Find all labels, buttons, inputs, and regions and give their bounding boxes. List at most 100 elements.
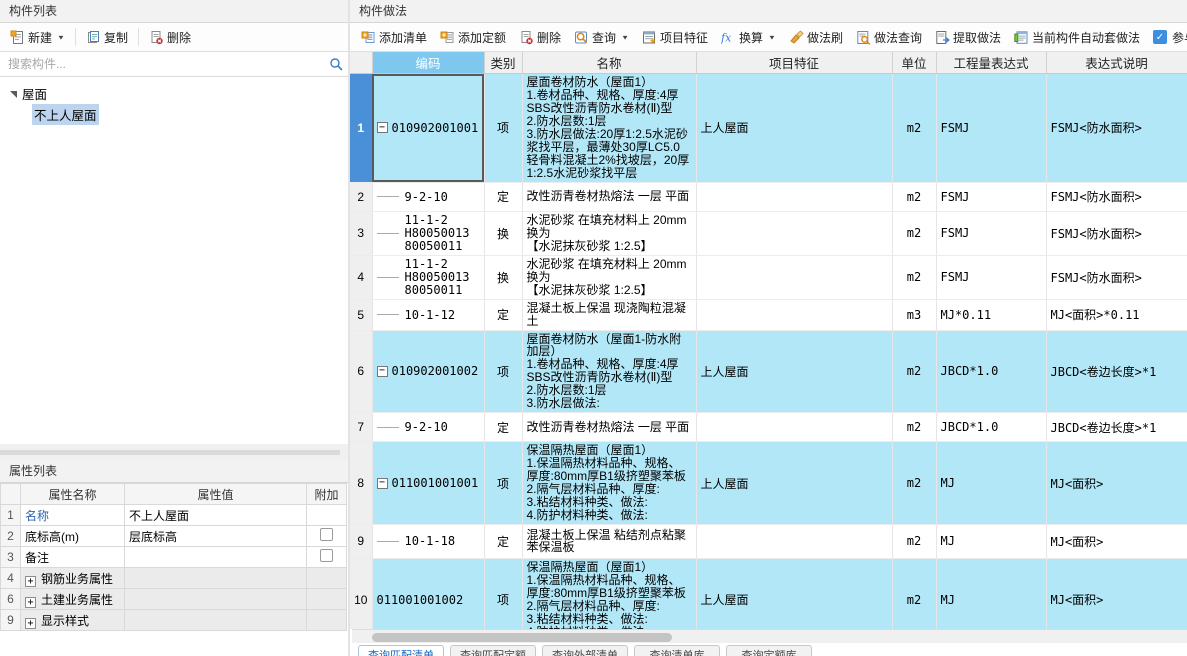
- chevron-down-icon[interactable]: ▼: [57, 33, 65, 40]
- cell-expr[interactable]: MJ: [936, 558, 1047, 629]
- grid-col-code[interactable]: 编码: [372, 52, 485, 74]
- tree-node-roof[interactable]: 屋面: [0, 83, 348, 104]
- table-row[interactable]: 9 + 显示样式: [0, 609, 347, 631]
- code-text: 11-1-2 H80050013 80050011: [404, 256, 470, 297]
- collapse-minus-icon[interactable]: −: [376, 122, 388, 134]
- method-query-button[interactable]: 做法查询: [850, 26, 928, 48]
- attach-checkbox[interactable]: [320, 528, 333, 541]
- chevron-down-icon[interactable]: ▼: [768, 33, 776, 40]
- cell-code[interactable]: 10-1-12: [372, 299, 485, 331]
- search-input[interactable]: [0, 52, 324, 76]
- expand-plus-icon[interactable]: +: [25, 575, 36, 587]
- add-list-label: 添加清单: [379, 30, 428, 45]
- component-tree[interactable]: 屋面 不上人屋面: [0, 77, 348, 445]
- table-row[interactable]: 1 名称 不上人屋面: [0, 504, 347, 526]
- scrollbar-thumb[interactable]: [372, 633, 672, 642]
- chevron-expanded-icon[interactable]: [6, 87, 20, 101]
- table-row[interactable]: 6 −010902001002 项 屋面卷材防水（屋面1-防水附加层） 1.卷材…: [350, 330, 1187, 414]
- cell-expr[interactable]: FSMJ: [936, 211, 1047, 256]
- cell-name: 屋面卷材防水（屋面1） 1.卷材品种、规格、厚度:4厚SBS改性沥青防水卷材(Ⅱ…: [522, 73, 697, 183]
- search-magnifier-icon: [574, 30, 589, 45]
- horizontal-scrollbar[interactable]: [352, 629, 1187, 643]
- table-row[interactable]: 3 备注: [0, 546, 347, 568]
- table-row[interactable]: 10 011001001002 项 保温隔热屋面（屋面1） 1.保温隔热材料品种…: [350, 558, 1187, 629]
- new-component-label: 新建: [28, 30, 53, 45]
- table-row[interactable]: 9 10-1-18 定 混凝土板上保温 粘结剂点粘聚苯保温板 m2 MJ MJ<…: [350, 524, 1187, 559]
- tab-query-quota-library[interactable]: 查询定额库: [726, 645, 812, 656]
- add-quota-button[interactable]: 添加定额: [434, 26, 512, 48]
- query-button[interactable]: 查询 ▼: [568, 26, 635, 48]
- extract-method-button[interactable]: 提取做法: [929, 26, 1007, 48]
- method-grid-container[interactable]: 编码 类别 名称 项目特征 单位 工程量表达式 表达式说明 1 −0109020…: [350, 52, 1187, 629]
- table-row[interactable]: 2 9-2-10 定 改性沥青卷材热熔法 一层 平面 m2 FSMJ FSMJ<…: [350, 182, 1187, 212]
- table-row[interactable]: 8 −011001001001 项 保温隔热屋面（屋面1） 1.保温隔热材料品种…: [350, 441, 1187, 525]
- checkbox-checked-icon[interactable]: ✓: [1153, 30, 1167, 44]
- cell-code[interactable]: 11-1-2 H80050013 80050011: [372, 255, 485, 300]
- attach-checkbox[interactable]: [320, 549, 333, 562]
- participate-auto-checkbox-item[interactable]: ✓ 参与自: [1147, 26, 1187, 48]
- cell-expr[interactable]: FSMJ: [936, 255, 1047, 300]
- panel-splitter[interactable]: [0, 444, 348, 460]
- cell-code[interactable]: −011001001001: [372, 441, 485, 525]
- project-feature-button[interactable]: 项目特征: [636, 26, 714, 48]
- cell-code[interactable]: 9-2-10: [372, 412, 485, 443]
- table-row[interactable]: 4 + 钢筋业务属性: [0, 567, 347, 589]
- conversion-button[interactable]: fx 换算 ▼: [715, 26, 782, 48]
- expand-plus-icon[interactable]: +: [25, 617, 36, 629]
- tab-query-matching-list[interactable]: 查询匹配清单: [358, 645, 444, 656]
- auto-apply-method-button[interactable]: 当前构件自动套做法: [1008, 26, 1146, 48]
- new-component-button[interactable]: 新建 ▼: [4, 26, 71, 48]
- cell-expr[interactable]: MJ*0.11: [936, 299, 1047, 331]
- cell-type: 项: [484, 558, 523, 629]
- grid-col-expr-desc[interactable]: 表达式说明: [1046, 52, 1187, 74]
- tree-node-non-accessible-roof[interactable]: 不上人屋面: [0, 104, 348, 125]
- table-row[interactable]: 3 11-1-2 H80050013 80050011 换 水泥砂浆 在填充材料…: [350, 211, 1187, 256]
- chevron-down-icon[interactable]: ▼: [621, 33, 629, 40]
- grid-col-feature[interactable]: 项目特征: [696, 52, 893, 74]
- delete-component-button[interactable]: 删除: [143, 26, 197, 48]
- delete-method-button[interactable]: 删除: [513, 26, 567, 48]
- cell-expr[interactable]: FSMJ: [936, 73, 1047, 183]
- cell-code[interactable]: 10-1-18: [372, 524, 485, 559]
- cell-code[interactable]: 9-2-10: [372, 182, 485, 212]
- grid-col-quantity-expr[interactable]: 工程量表达式: [936, 52, 1047, 74]
- table-row[interactable]: 7 9-2-10 定 改性沥青卷材热熔法 一层 平面 m2 JBCD*1.0 J…: [350, 412, 1187, 443]
- tab-query-matching-quota[interactable]: 查询匹配定额: [450, 645, 536, 656]
- table-row[interactable]: 5 10-1-12 定 混凝土板上保温 现浇陶粒混凝土 m3 MJ*0.11 M…: [350, 299, 1187, 331]
- grid-col-unit[interactable]: 单位: [892, 52, 937, 74]
- cell-expr[interactable]: FSMJ: [936, 182, 1047, 212]
- add-list-button[interactable]: 添加清单: [355, 26, 433, 48]
- cell-name: 保温隔热屋面（屋面1） 1.保温隔热材料品种、规格、厚度:80mm厚B1级挤塑聚…: [522, 441, 697, 525]
- property-col-value: 属性值: [124, 483, 307, 505]
- cell-expr[interactable]: MJ: [936, 441, 1047, 525]
- cell-expr-desc: MJ<面积>: [1046, 524, 1187, 559]
- cell-code[interactable]: −010902001002: [372, 330, 485, 414]
- property-value[interactable]: 不上人屋面: [124, 504, 307, 526]
- table-row[interactable]: 2 底标高(m) 层底标高: [0, 525, 347, 547]
- cell-expr[interactable]: MJ: [936, 524, 1047, 559]
- tab-query-external-list[interactable]: 查询外部清单: [542, 645, 628, 656]
- table-row[interactable]: 1 −010902001001 项 屋面卷材防水（屋面1） 1.卷材品种、规格、…: [350, 73, 1187, 183]
- grid-col-name[interactable]: 名称: [522, 52, 697, 74]
- brush-icon: [789, 29, 804, 45]
- search-icon[interactable]: [324, 57, 348, 71]
- expand-plus-icon[interactable]: +: [25, 596, 36, 608]
- tab-query-list-library[interactable]: 查询清单库: [634, 645, 720, 656]
- table-row[interactable]: 6 + 土建业务属性: [0, 588, 347, 610]
- table-row[interactable]: 4 11-1-2 H80050013 80050011 换 水泥砂浆 在填充材料…: [350, 255, 1187, 300]
- copy-component-button[interactable]: 复制: [80, 26, 134, 48]
- cell-code[interactable]: 11-1-2 H80050013 80050011: [372, 211, 485, 256]
- method-brush-button[interactable]: 做法刷: [783, 26, 849, 48]
- cell-expr[interactable]: JBCD*1.0: [936, 330, 1047, 414]
- cell-code[interactable]: −010902001001: [372, 73, 485, 183]
- delete-document-icon: [149, 30, 164, 45]
- collapse-minus-icon[interactable]: −: [376, 365, 388, 377]
- grid-col-type[interactable]: 类别: [484, 52, 523, 74]
- property-value[interactable]: 层底标高: [124, 525, 307, 547]
- add-quota-icon: [440, 30, 455, 45]
- cell-expr[interactable]: JBCD*1.0: [936, 412, 1047, 443]
- component-search-bar[interactable]: [0, 52, 348, 77]
- property-value[interactable]: [124, 546, 307, 568]
- cell-code[interactable]: 011001001002: [372, 558, 485, 629]
- collapse-minus-icon[interactable]: −: [376, 477, 388, 489]
